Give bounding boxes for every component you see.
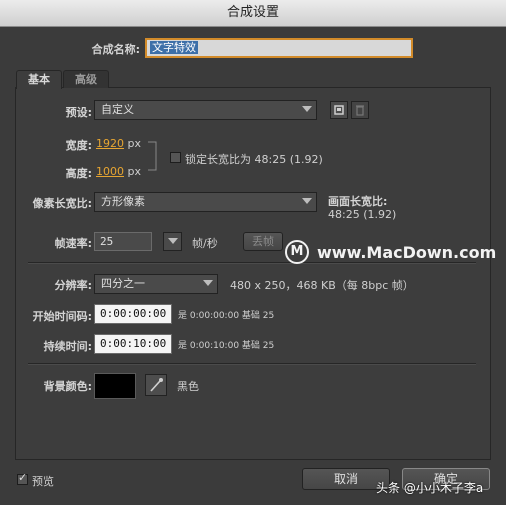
frame-rate-label: 帧速率:	[54, 237, 92, 250]
chevron-down-icon	[302, 198, 312, 204]
preset-dropdown[interactable]: 自定义	[94, 100, 317, 120]
duration-input[interactable]: 0:00:10:00	[94, 334, 172, 354]
chevron-down-icon	[203, 280, 213, 286]
resolution-info: 480 x 250，468 KB（每 8bpc 帧）	[230, 279, 414, 292]
resolution-value: 四分之一	[101, 277, 145, 290]
window-title: 合成设置	[0, 0, 506, 27]
width-label: 宽度:	[65, 139, 92, 152]
frame-rate-input[interactable]: 25	[94, 232, 152, 251]
tab-advanced[interactable]: 高级	[63, 70, 109, 88]
pixel-aspect-label: 像素长宽比:	[32, 197, 92, 210]
link-bracket-icon	[148, 141, 157, 171]
comp-name-value: 文字特效	[150, 41, 198, 54]
comp-name-input[interactable]: 文字特效	[145, 38, 413, 58]
watermark: M www.MacDown.com	[285, 236, 505, 270]
height-field[interactable]: 1000 px	[96, 165, 141, 178]
eyedropper-button[interactable]	[145, 374, 167, 396]
width-value: 1920	[96, 137, 124, 150]
delete-preset-button[interactable]	[351, 101, 369, 119]
width-unit: px	[127, 137, 142, 150]
preview-checkbox[interactable]	[17, 471, 28, 485]
save-icon	[334, 105, 344, 115]
frame-rate-dropdown[interactable]	[163, 232, 182, 251]
lock-aspect-label: 锁定长宽比为 48:25 (1.92)	[185, 153, 323, 166]
lock-aspect-checkbox[interactable]	[170, 152, 181, 163]
eyedropper-icon	[150, 378, 163, 392]
frame-rate-unit: 帧/秒	[192, 237, 218, 250]
width-field[interactable]: 1920 px	[96, 137, 141, 150]
height-unit: px	[127, 165, 142, 178]
start-timecode-info: 是 0:00:00:00 基础 25	[178, 311, 275, 321]
frame-aspect-label: 画面长宽比:	[328, 195, 388, 208]
start-timecode-input[interactable]: 0:00:00:00	[94, 304, 172, 324]
divider	[28, 363, 476, 365]
macdown-logo-icon: M	[285, 240, 309, 264]
preset-label: 预设:	[65, 106, 92, 119]
resolution-dropdown[interactable]: 四分之一	[94, 274, 218, 294]
preset-value: 自定义	[101, 103, 134, 116]
drop-frame-dropdown[interactable]: 丢帧	[243, 232, 283, 251]
duration-label: 持续时间:	[43, 340, 92, 353]
background-color-swatch[interactable]	[94, 373, 136, 399]
preview-label: 预览	[32, 475, 54, 488]
height-value: 1000	[96, 165, 124, 178]
background-color-name: 黑色	[177, 380, 199, 393]
frame-aspect-value: 48:25 (1.92)	[328, 208, 397, 221]
save-preset-button[interactable]	[330, 101, 348, 119]
duration-info: 是 0:00:10:00 基础 25	[178, 341, 275, 351]
chevron-down-icon	[168, 238, 178, 244]
watermark-text: www.MacDown.com	[317, 243, 497, 262]
pixel-aspect-dropdown[interactable]: 方形像素	[94, 192, 317, 212]
comp-name-label: 合成名称:	[91, 43, 140, 56]
tab-basic[interactable]: 基本	[16, 70, 62, 89]
pixel-aspect-value: 方形像素	[101, 195, 145, 208]
watermark-credit: 头条 @小小木子李a	[376, 481, 484, 495]
height-label: 高度:	[65, 167, 92, 180]
start-timecode-label: 开始时间码:	[32, 310, 92, 323]
resolution-label: 分辨率:	[54, 279, 92, 292]
background-color-label: 背景颜色:	[43, 380, 92, 393]
trash-icon	[356, 105, 364, 116]
chevron-down-icon	[302, 106, 312, 112]
